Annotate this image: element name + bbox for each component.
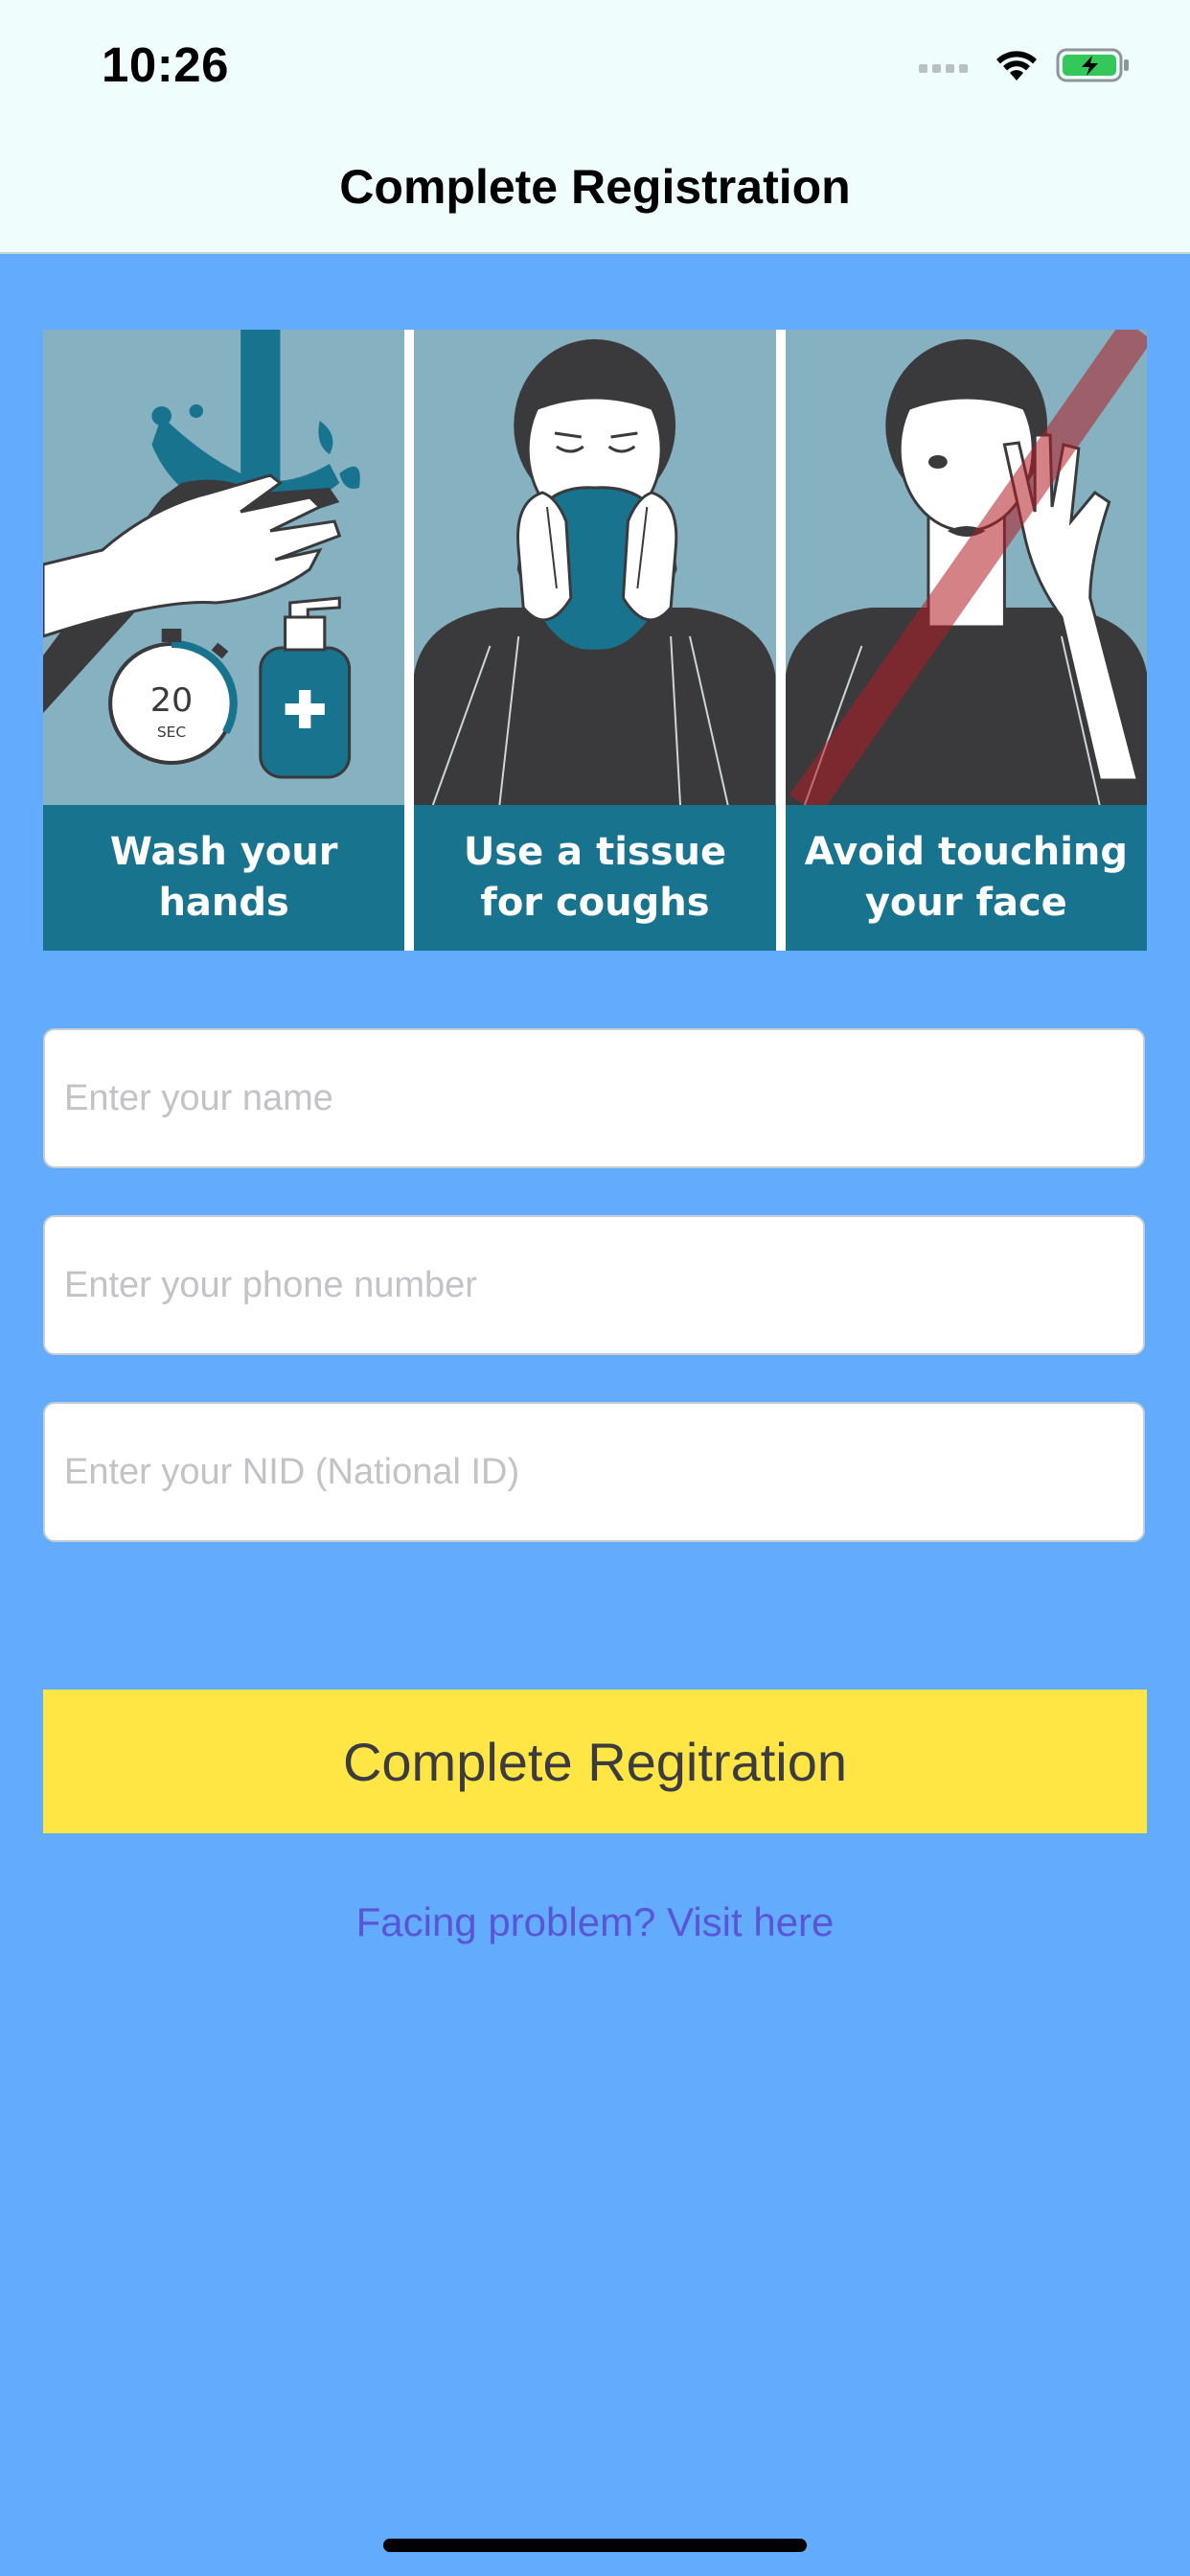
home-indicator[interactable] [383,2539,807,2552]
complete-registration-button[interactable]: Complete Regitration [43,1690,1147,1833]
timer-unit: SEC [157,724,186,741]
page-title: Complete Registration [339,160,851,214]
safety-banner: 20 SEC Wash your hands Use a tissue for … [43,330,1147,951]
status-time: 10:26 [102,37,229,92]
top-bar: 10:26 Complete Registration [0,0,1190,254]
tissue-cough-illustration [414,339,776,805]
banner-panel-avoid-touching: Avoid touching your face [785,330,1147,951]
status-icons [919,44,1131,86]
battery-charging-icon [1056,48,1129,82]
help-link[interactable]: Facing problem? Visit here [0,1899,1190,1945]
signal-dots-icon [919,58,968,73]
wash-hands-illustration: 20 SEC [43,330,360,779]
name-input[interactable] [43,1028,1145,1168]
wifi-icon [996,51,1037,80]
caption-avoid-touching: Avoid touching your face [785,805,1147,951]
timer-number: 20 [150,681,194,719]
nid-input[interactable] [43,1402,1145,1542]
caption-wash-hands: Wash your hands [43,805,405,951]
avoid-touching-face-illustration [785,330,1147,805]
banner-panel-tissue: Use a tissue for coughs [414,330,776,951]
banner-panel-wash-hands: 20 SEC Wash your hands [43,330,405,951]
caption-tissue: Use a tissue for coughs [414,805,776,951]
phone-input[interactable] [43,1215,1145,1355]
